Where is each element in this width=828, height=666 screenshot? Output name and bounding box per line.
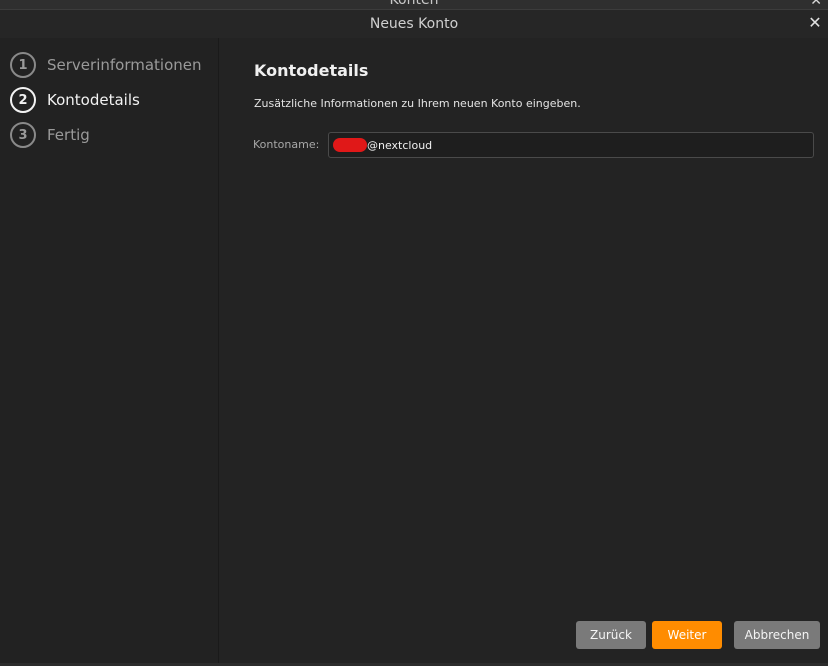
account-name-label: Kontoname: — [253, 138, 320, 151]
background-window-titlebar: Konten ✕ — [0, 0, 828, 9]
background-window-title: Konten — [389, 0, 439, 8]
cancel-button[interactable]: Abbrechen — [734, 621, 820, 649]
background-close-icon[interactable]: ✕ — [810, 0, 822, 9]
step-label: Serverinformationen — [47, 56, 202, 74]
wizard-content: Kontodetails Zusätzliche Informationen z… — [219, 38, 828, 664]
step-label: Kontodetails — [47, 91, 140, 109]
step-number-badge: 2 — [10, 87, 36, 113]
next-button[interactable]: Weiter — [652, 621, 722, 649]
new-account-dialog: Neues Konto ✕ 1 Serverinformationen 2 Ko… — [0, 9, 828, 664]
page-title: Kontodetails — [254, 61, 369, 80]
close-icon[interactable]: ✕ — [806, 14, 824, 32]
step-number-badge: 1 — [10, 52, 36, 78]
back-button[interactable]: Zurück — [576, 621, 646, 649]
step-number-badge: 3 — [10, 122, 36, 148]
dialog-titlebar: Neues Konto ✕ — [0, 10, 828, 38]
step-finish: 3 Fertig — [10, 120, 90, 150]
step-label: Fertig — [47, 126, 90, 144]
wizard-steps-sidebar: 1 Serverinformationen 2 Kontodetails 3 F… — [0, 38, 219, 664]
dialog-title: Neues Konto — [369, 16, 459, 32]
step-server-information: 1 Serverinformationen — [10, 50, 202, 80]
account-name-input[interactable]: @nextcloud — [328, 132, 814, 158]
step-account-details: 2 Kontodetails — [10, 85, 140, 115]
page-description: Zusätzliche Informationen zu Ihrem neuen… — [254, 97, 581, 110]
account-name-value: @nextcloud — [367, 138, 433, 152]
redaction-mark — [333, 138, 367, 152]
